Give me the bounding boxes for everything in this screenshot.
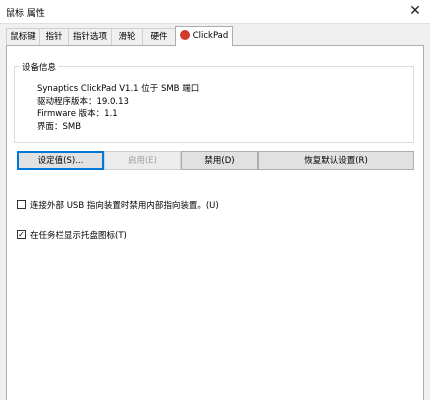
disable-internal-label: 连接外部 USB 指向装置时禁用内部指向装置。(U)	[30, 201, 219, 211]
synaptics-clickpad-icon	[179, 29, 190, 40]
firmware-version-text: Firmware 版本：1.1	[37, 109, 118, 119]
enable-button[interactable]: 启用(E)	[104, 151, 181, 170]
tab-mouse-buttons[interactable]: 鼠标键	[6, 28, 40, 45]
settings-button[interactable]: 设定值(S)...	[17, 151, 104, 170]
restore-defaults-button[interactable]: 恢复默认设置(R)	[258, 151, 414, 170]
tab-pointer-options[interactable]: 指针选项	[68, 28, 112, 45]
tray-icon-label: 在任务栏显示托盘图标(T)	[30, 231, 127, 241]
window-title: 鼠标 属性	[6, 9, 45, 19]
device-name-text: Synaptics ClickPad V1.1 位于 SMB 端口	[37, 84, 200, 94]
tab-hardware[interactable]: 硬件	[142, 28, 176, 45]
close-button[interactable]: ✕	[400, 0, 430, 23]
device-info-legend: 设备信息	[20, 61, 59, 73]
disable-internal-checkbox[interactable]	[17, 200, 26, 209]
disable-button[interactable]: 禁用(D)	[181, 151, 258, 170]
tab-clickpad[interactable]: ClickPad	[175, 26, 233, 46]
tray-icon-checkbox[interactable]: ✓	[17, 230, 26, 239]
tab-wheel[interactable]: 滑轮	[111, 28, 143, 45]
interface-text: 界面：SMB	[37, 122, 82, 132]
tab-pointers[interactable]: 指针	[39, 28, 69, 45]
title-bar: 鼠标 属性 ✕	[0, 0, 430, 24]
driver-version-text: 驱动程序版本：19.0.13	[37, 97, 129, 107]
